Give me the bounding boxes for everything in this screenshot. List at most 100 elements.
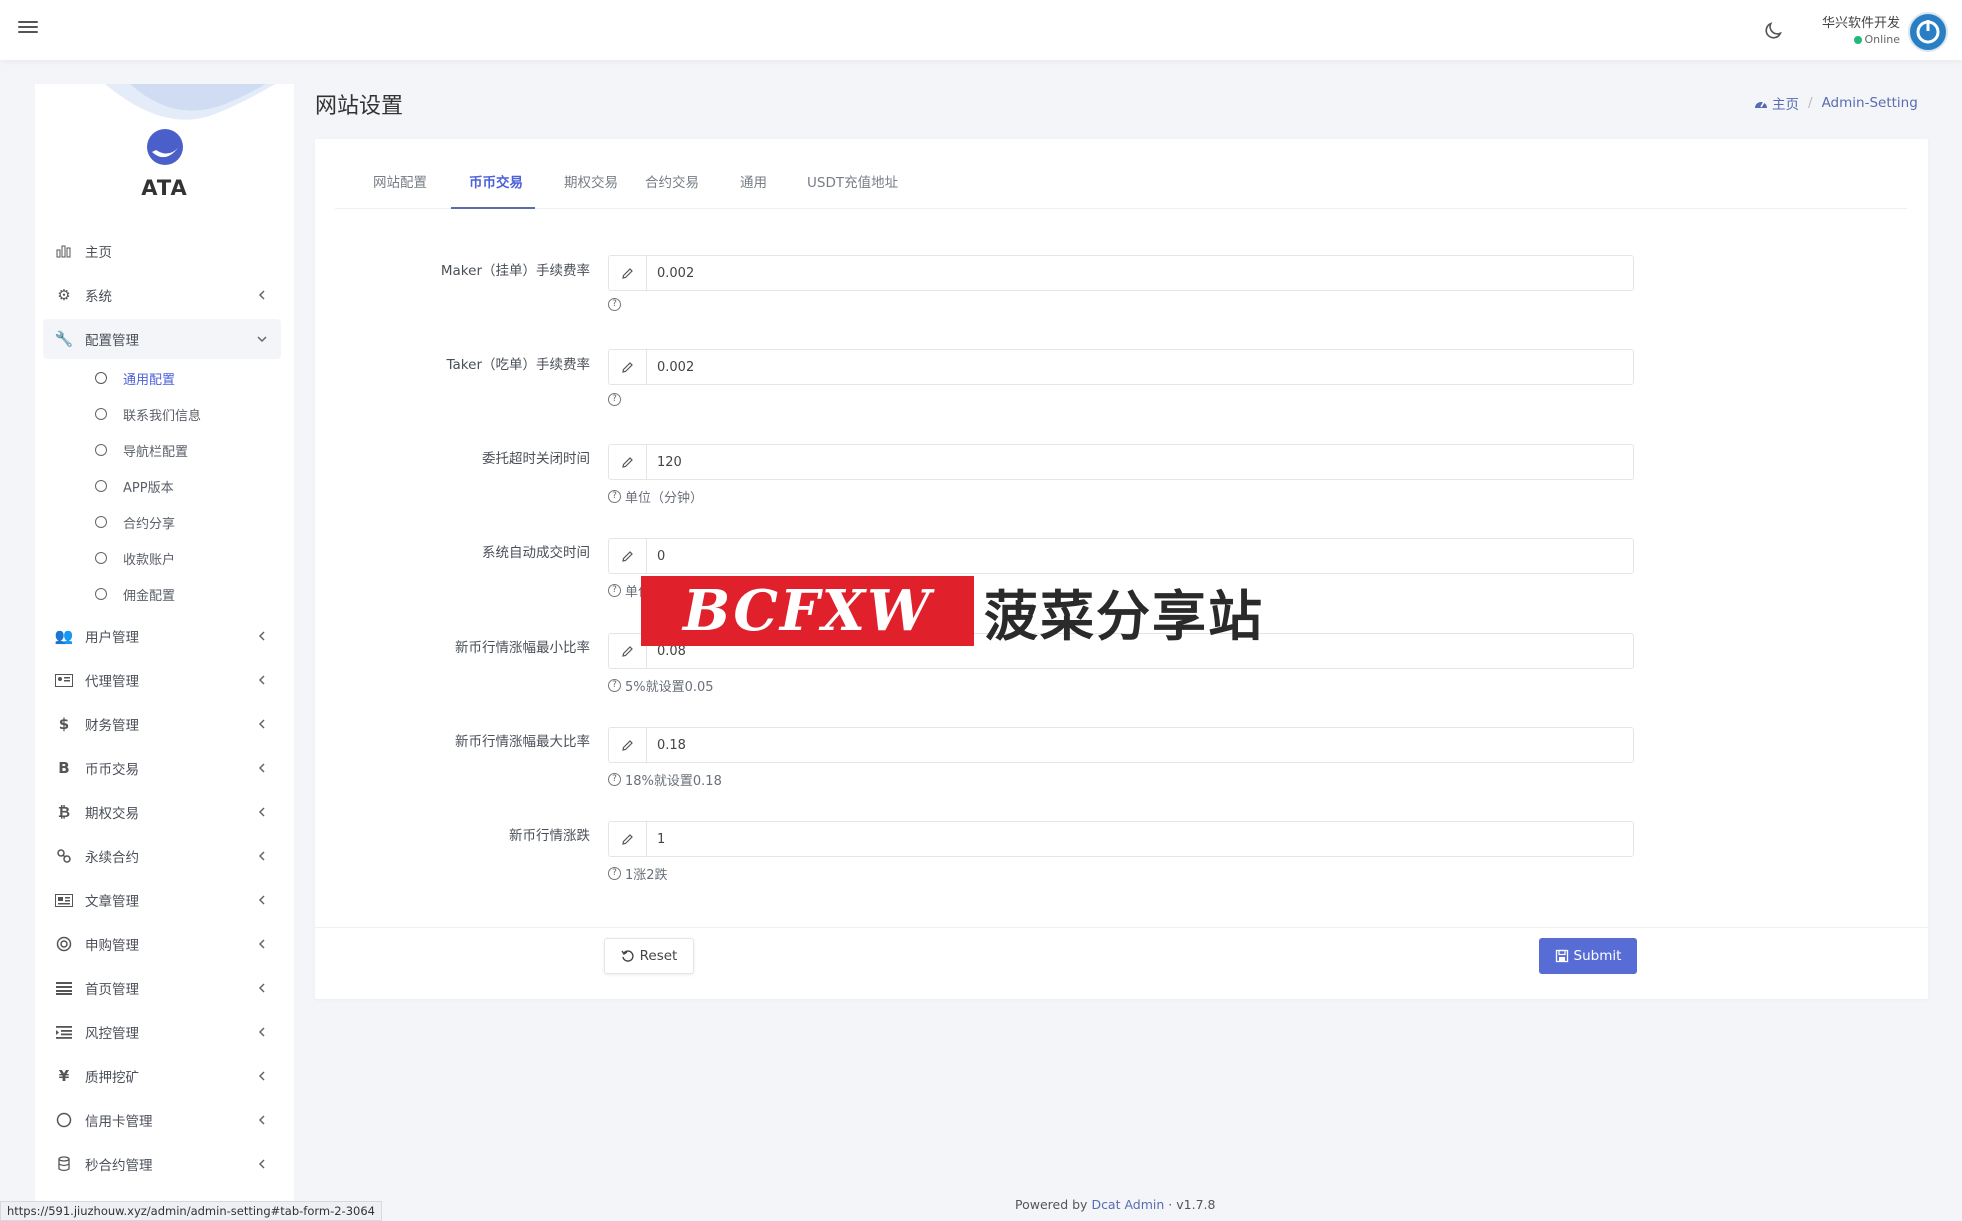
settings-tabs: 网站配置 币币交易 期权交易 合约交易 通用 USDT充值地址 (335, 139, 1907, 209)
tab-usdt-deposit-address[interactable]: USDT充值地址 (807, 171, 898, 191)
circle-icon (95, 588, 107, 600)
auto-deal-time-input[interactable] (647, 539, 1633, 573)
tab-general[interactable]: 通用 (740, 171, 767, 191)
new-coin-max-rise-input[interactable] (647, 728, 1633, 762)
menu-toggle-icon[interactable] (18, 18, 38, 38)
sidebar-item-credit-card[interactable]: 信用卡管理 (43, 1100, 281, 1140)
sidebar-subitem-contact[interactable]: 联系我们信息 (43, 398, 281, 430)
sidebar-item-homepage[interactable]: 首页管理 (43, 968, 281, 1008)
sidebar-item-users[interactable]: 👥 用户管理 (43, 616, 281, 656)
pencil-icon (609, 539, 647, 573)
new-coin-direction-input[interactable] (647, 822, 1633, 856)
sidebar-item-system[interactable]: ⚙ 系统 (43, 275, 281, 315)
avatar[interactable] (1908, 12, 1948, 52)
sidebar-subitem-contract-share[interactable]: 合约分享 (43, 506, 281, 538)
watermark-logo: BCFXW (641, 576, 974, 646)
question-circle-icon: ? (608, 298, 621, 311)
user-status: Online (1812, 33, 1900, 46)
chevron-left-icon (258, 807, 265, 817)
sidebar-item-config[interactable]: 🔧 配置管理 (43, 319, 281, 359)
circle-icon (95, 408, 107, 420)
question-circle-icon: ? (608, 867, 621, 880)
new-coin-direction-label: 新币行情涨跌 (509, 828, 590, 844)
chevron-left-icon (258, 290, 265, 300)
top-navbar: 华兴软件开发 Online (0, 0, 1962, 60)
users-icon: 👥 (54, 627, 74, 645)
order-timeout-input[interactable] (647, 445, 1633, 479)
card-footer-divider (315, 927, 1928, 928)
taker-fee-field (608, 349, 1634, 385)
question-circle-icon: ? (608, 773, 621, 786)
tab-contract-trading[interactable]: 合约交易 (645, 171, 699, 191)
question-circle-icon: ? (608, 679, 621, 692)
sidebar-item-risk-control[interactable]: 风控管理 (43, 1012, 281, 1052)
dcat-admin-link[interactable]: Dcat Admin (1091, 1197, 1164, 1212)
question-circle-icon: ? (608, 584, 621, 597)
new-coin-max-rise-help: ? 18%就设置0.18 (608, 770, 722, 789)
order-timeout-label: 委托超时关闭时间 (482, 451, 590, 467)
undo-icon (621, 950, 634, 962)
watermark-text: 菠菜分享站 (984, 584, 1264, 648)
pencil-icon (609, 256, 647, 290)
breadcrumb: 主页 / Admin-Setting (1754, 93, 1918, 113)
submit-button[interactable]: Submit (1539, 938, 1637, 974)
pencil-icon (609, 445, 647, 479)
bar-chart-icon (55, 242, 73, 260)
sidebar-item-subscription[interactable]: 申购管理 (43, 924, 281, 964)
reset-button[interactable]: Reset (604, 938, 694, 974)
sidebar-item-staking[interactable]: ¥ 质押挖矿 (43, 1056, 281, 1096)
tab-website-config[interactable]: 网站配置 (373, 171, 427, 191)
online-dot-icon (1853, 36, 1862, 44)
chevron-left-icon (258, 763, 265, 773)
question-circle-icon: ? (608, 490, 621, 503)
order-timeout-help: ? 单位（分钟） (608, 487, 703, 506)
save-icon (1555, 949, 1568, 963)
order-timeout-field (608, 444, 1634, 480)
auto-deal-time-label: 系统自动成交时间 (482, 545, 590, 561)
new-coin-max-rise-label: 新币行情涨幅最大比率 (455, 734, 590, 750)
user-name[interactable]: 华兴软件开发 (1812, 12, 1900, 31)
watermark: BCFXW 菠菜分享站 (641, 576, 1324, 648)
sidebar-item-options[interactable]: ₿ 期权交易 (43, 792, 281, 832)
pencil-icon (609, 350, 647, 384)
sidebar-subitem-payment-account[interactable]: 收款账户 (43, 542, 281, 574)
dashboard-icon (1755, 101, 1767, 108)
question-circle-icon: ? (608, 393, 621, 406)
brand-name: ATA (141, 176, 188, 200)
sidebar-subitem-general-config[interactable]: 通用配置 (43, 362, 281, 394)
chevron-left-icon (258, 895, 265, 905)
sidebar-item-agents[interactable]: 代理管理 (43, 660, 281, 700)
chevron-left-icon (258, 719, 265, 729)
page-title: 网站设置 (315, 94, 404, 119)
sidebar-subitem-navbar-config[interactable]: 导航栏配置 (43, 434, 281, 466)
list-icon (55, 979, 73, 997)
sidebar-item-finance[interactable]: $ 财务管理 (43, 704, 281, 744)
auto-deal-time-field (608, 538, 1634, 574)
new-coin-min-rise-help: ? 5%就设置0.05 (608, 676, 714, 695)
sidebar-subitem-commission[interactable]: 佣金配置 (43, 578, 281, 610)
footer: Powered by Dcat Admin · v1.7.8 (1015, 1197, 1216, 1212)
chevron-left-icon (258, 1071, 265, 1081)
circle-icon (55, 1111, 73, 1129)
breadcrumb-separator: / (1808, 95, 1813, 111)
sidebar-item-home[interactable]: 主页 (43, 231, 281, 271)
maker-fee-label: Maker（挂单）手续费率 (440, 263, 590, 279)
taker-fee-input[interactable] (647, 350, 1633, 384)
sidebar-item-second-contract[interactable]: 秒合约管理 (43, 1144, 281, 1184)
tab-options-trading[interactable]: 期权交易 (564, 171, 618, 191)
brand-logo-icon (147, 129, 183, 165)
sidebar-item-spot-trading[interactable]: B 币币交易 (43, 748, 281, 788)
sidebar-subitem-app-version[interactable]: APP版本 (43, 470, 281, 502)
globe-icon (55, 935, 73, 953)
bitcoin-icon: ₿ (57, 803, 71, 821)
dark-mode-toggle-icon[interactable] (1762, 20, 1784, 42)
chevron-left-icon (258, 1115, 265, 1125)
wrench-icon: 🔧 (54, 330, 74, 348)
breadcrumb-current: Admin-Setting (1821, 95, 1918, 111)
tab-spot-trading[interactable]: 币币交易 (469, 171, 523, 191)
breadcrumb-home-link[interactable]: 主页 (1772, 93, 1799, 113)
maker-fee-input[interactable] (647, 256, 1633, 290)
sidebar-item-articles[interactable]: 文章管理 (43, 880, 281, 920)
sidebar-item-perpetual[interactable]: 永续合约 (43, 836, 281, 876)
gear-icon: ⚙ (57, 286, 71, 304)
